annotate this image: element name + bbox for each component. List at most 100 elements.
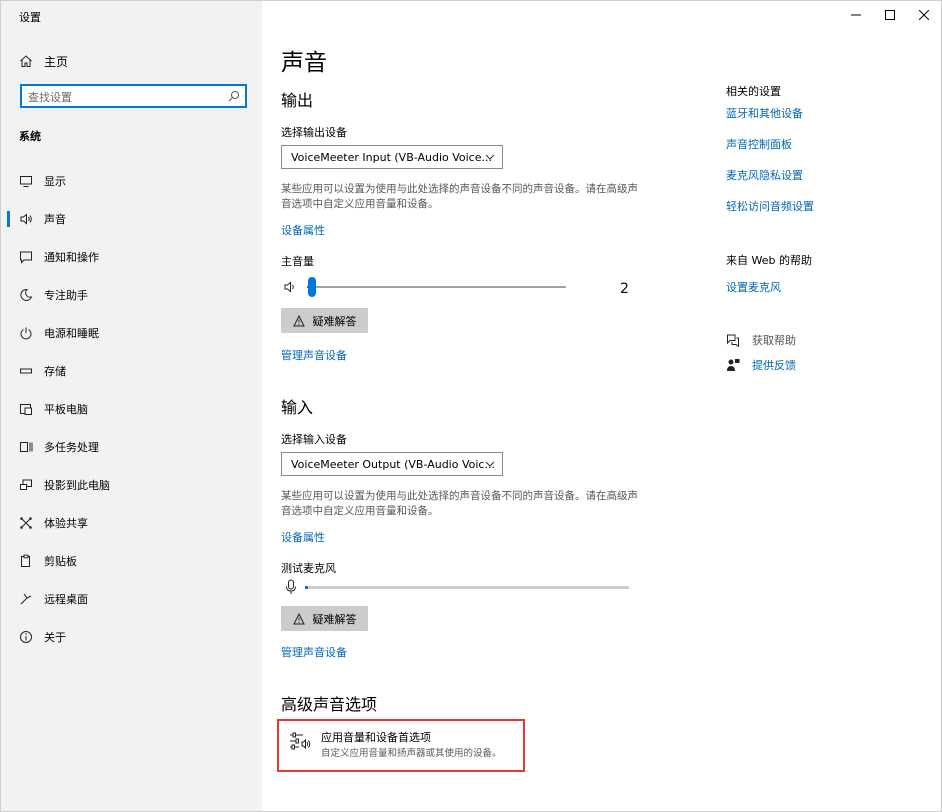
mic-level-fill [305, 586, 309, 589]
minimize-button[interactable] [839, 1, 873, 29]
web-help-heading: 来自 Web 的帮助 [726, 254, 812, 267]
chevron-down-icon [485, 461, 495, 467]
output-select-label: 选择输出设备 [281, 126, 347, 139]
sidebar-item-power[interactable]: 电源和睡眠 [1, 315, 262, 351]
feedback-icon [727, 359, 740, 371]
volume-icon[interactable] [283, 280, 297, 294]
window-controls [839, 1, 941, 29]
power-icon [20, 327, 32, 340]
maximize-icon [885, 10, 895, 20]
active-indicator [7, 211, 10, 227]
sidebar-home[interactable]: 主页 [19, 53, 68, 69]
get-help-label: 获取帮助 [752, 334, 796, 347]
projection-icon [20, 479, 32, 490]
sidebar-item-shared-experiences[interactable]: 体验共享 [1, 505, 262, 541]
sidebar-item-label: 存储 [44, 365, 66, 378]
settings-window: 设置 主页 系统 显示 声音 通知和操作 专注助手 电源 [0, 0, 942, 812]
sidebar-item-label: 关于 [44, 631, 66, 644]
test-mic-label: 测试麦克风 [281, 562, 336, 575]
window-title: 设置 [19, 11, 41, 24]
advanced-heading: 高级声音选项 [281, 695, 378, 714]
home-icon [20, 55, 32, 67]
volume-value: 2 [620, 281, 629, 297]
main-content: 声音 输出 选择输出设备 VoiceMeeter Input (VB-Audio… [263, 1, 941, 811]
info-icon [20, 631, 32, 643]
sidebar-item-multitasking[interactable]: 多任务处理 [1, 429, 262, 465]
sidebar-item-label: 体验共享 [44, 517, 88, 530]
related-link-sound-control-panel[interactable]: 声音控制面板 [726, 136, 792, 152]
warning-icon [292, 612, 305, 624]
sidebar-home-label: 主页 [44, 54, 69, 69]
output-troubleshoot-button[interactable]: 疑难解答 [281, 308, 368, 333]
clipboard-icon [21, 554, 30, 567]
sidebar-item-about[interactable]: 关于 [1, 619, 262, 655]
app-volume-title: 应用音量和设备首选项 [321, 731, 431, 744]
sidebar-item-label: 专注助手 [44, 289, 88, 302]
sidebar: 设置 主页 系统 显示 声音 通知和操作 专注助手 电源 [1, 1, 262, 811]
output-device-select[interactable]: VoiceMeeter Input (VB-Audio Voice... [281, 145, 503, 169]
related-link-bluetooth[interactable]: 蓝牙和其他设备 [726, 105, 803, 121]
app-volume-preferences-item[interactable]: 应用音量和设备首选项 自定义应用音量和扬声器或其使用的设备。 [277, 719, 525, 772]
close-button[interactable] [907, 1, 941, 29]
warning-icon [292, 314, 305, 326]
sidebar-item-clipboard[interactable]: 剪贴板 [1, 543, 262, 579]
slider-track [307, 286, 566, 288]
sidebar-item-label: 远程桌面 [44, 593, 88, 606]
sidebar-item-remote-desktop[interactable]: 远程桌面 [1, 581, 262, 617]
sliders-speaker-icon [290, 732, 311, 750]
sidebar-item-label: 投影到此电脑 [44, 479, 110, 492]
input-select-label: 选择输入设备 [281, 433, 347, 446]
input-device-properties-link[interactable]: 设备属性 [281, 529, 325, 545]
output-heading: 输出 [281, 91, 314, 110]
get-help-link[interactable]: 获取帮助 [726, 332, 796, 348]
master-volume-slider[interactable] [307, 277, 566, 297]
feedback-link[interactable]: 提供反馈 [726, 357, 796, 373]
sidebar-item-focus-assist[interactable]: 专注助手 [1, 277, 262, 313]
web-help-link-setup-mic[interactable]: 设置麦克风 [726, 279, 781, 295]
sidebar-item-display[interactable]: 显示 [1, 163, 262, 199]
output-device-value: VoiceMeeter Input (VB-Audio Voice... [291, 150, 492, 164]
speaker-icon [20, 213, 32, 225]
storage-icon [20, 368, 32, 374]
search-icon[interactable] [228, 90, 240, 102]
remote-desktop-icon [20, 593, 32, 605]
sidebar-item-storage[interactable]: 存储 [1, 353, 262, 389]
sidebar-item-notifications[interactable]: 通知和操作 [1, 239, 262, 275]
section-label-system: 系统 [19, 130, 41, 143]
sidebar-item-label: 声音 [44, 213, 66, 226]
troubleshoot-label: 疑难解答 [312, 612, 357, 626]
mic-level-meter [305, 586, 629, 589]
input-heading: 输入 [281, 398, 314, 417]
sidebar-item-sound[interactable]: 声音 [1, 201, 262, 237]
related-link-mic-privacy[interactable]: 麦克风隐私设置 [726, 167, 803, 183]
scrollbar[interactable] [931, 31, 941, 811]
related-settings-heading: 相关的设置 [726, 85, 781, 98]
input-description: 某些应用可以设置为使用与此处选择的声音设备不同的声音设备。请在高级声音选项中自定… [281, 490, 638, 517]
slider-thumb[interactable] [308, 277, 317, 297]
output-device-properties-link[interactable]: 设备属性 [281, 222, 325, 238]
maximize-button[interactable] [873, 1, 907, 29]
search-box[interactable] [20, 84, 247, 108]
app-volume-subtitle: 自定义应用音量和扬声器或其使用的设备。 [321, 748, 502, 759]
chevron-down-icon [485, 154, 495, 160]
monitor-icon [20, 176, 32, 187]
sidebar-item-projection[interactable]: 投影到此电脑 [1, 467, 262, 503]
sidebar-item-label: 通知和操作 [44, 251, 99, 264]
output-manage-devices-link[interactable]: 管理声音设备 [281, 347, 347, 363]
sidebar-item-label: 平板电脑 [44, 403, 88, 416]
chat-help-icon [727, 334, 739, 347]
related-link-ease-of-access-audio[interactable]: 轻松访问音频设置 [726, 198, 814, 214]
close-icon [919, 10, 929, 20]
input-manage-devices-link[interactable]: 管理声音设备 [281, 644, 347, 660]
search-input[interactable] [22, 87, 224, 108]
tablet-icon [20, 404, 32, 415]
sidebar-item-tablet[interactable]: 平板电脑 [1, 391, 262, 427]
minimize-icon [851, 14, 861, 16]
microphone-icon [286, 579, 296, 594]
input-device-value: VoiceMeeter Output (VB-Audio Voic... [291, 457, 495, 471]
input-device-select[interactable]: VoiceMeeter Output (VB-Audio Voic... [281, 452, 503, 476]
master-volume-label: 主音量 [281, 255, 314, 268]
sidebar-item-label: 电源和睡眠 [44, 327, 99, 340]
sidebar-item-label: 显示 [44, 175, 66, 188]
input-troubleshoot-button[interactable]: 疑难解答 [281, 606, 368, 631]
